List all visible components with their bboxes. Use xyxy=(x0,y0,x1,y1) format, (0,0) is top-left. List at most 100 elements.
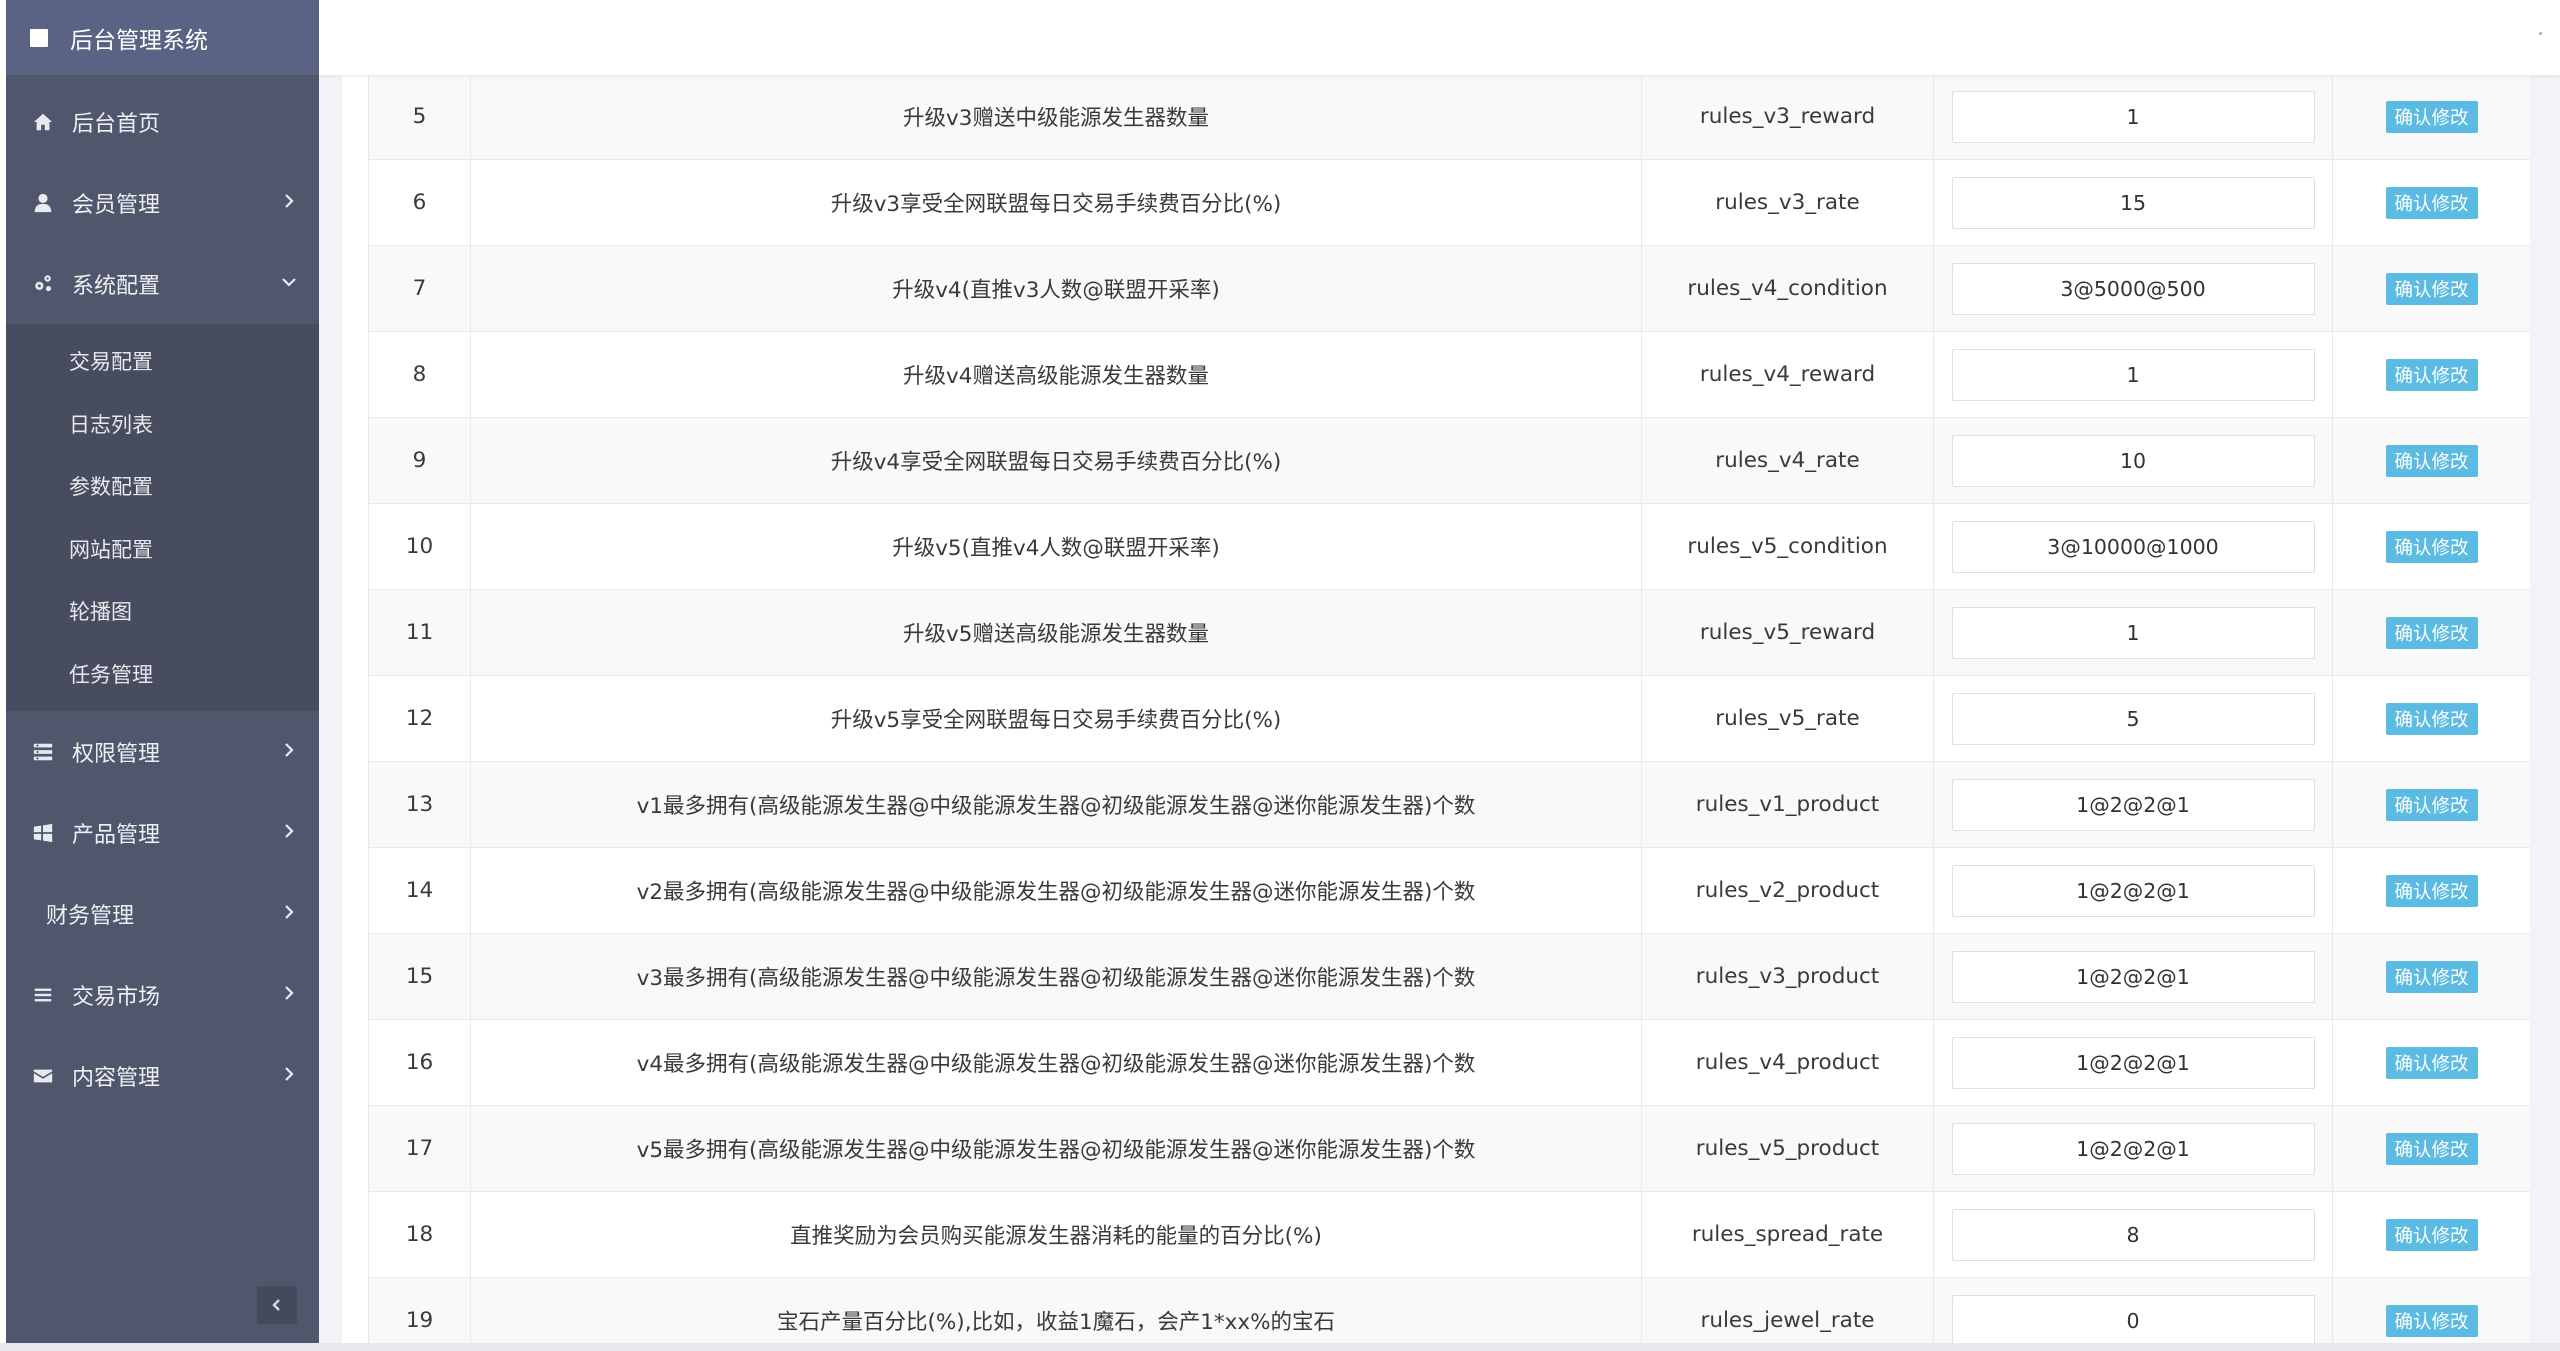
header-dot xyxy=(2539,32,2542,35)
submenu-item-trade-config[interactable]: 交易配置 xyxy=(6,330,319,393)
row-description: 升级v3赠送中级能源发生器数量 xyxy=(470,73,1642,160)
confirm-edit-button[interactable]: 确认修改 xyxy=(2385,1046,2478,1079)
row-key: rules_v4_reward xyxy=(1641,331,1934,418)
sidebar-item-label: 交易市场 xyxy=(72,984,161,1010)
windows-icon xyxy=(30,820,56,846)
brand-header[interactable]: 后台管理系统 xyxy=(6,0,319,75)
row-value-input[interactable] xyxy=(1951,348,2315,401)
confirm-edit-button[interactable]: 确认修改 xyxy=(2385,186,2478,219)
row-index: 8 xyxy=(368,331,471,418)
row-index: 12 xyxy=(368,675,471,762)
sidebar-item-finance[interactable]: 财务管理 xyxy=(6,873,319,954)
row-value-cell xyxy=(1933,331,2333,418)
row-description: 升级v4(直推v3人数@联盟开采率) xyxy=(470,245,1642,332)
confirm-edit-button[interactable]: 确认修改 xyxy=(2385,272,2478,305)
row-action-cell: 确认修改 xyxy=(2332,847,2530,934)
row-value-input[interactable] xyxy=(1951,520,2315,573)
confirm-edit-button[interactable]: 确认修改 xyxy=(2385,444,2478,477)
row-index: 16 xyxy=(368,1019,471,1106)
confirm-edit-button[interactable]: 确认修改 xyxy=(2385,530,2478,563)
sidebar-item-trade-market[interactable]: 交易市场 xyxy=(6,954,319,1035)
row-value-input[interactable] xyxy=(1951,90,2315,143)
row-value-input[interactable] xyxy=(1951,1208,2315,1261)
table-row: 5升级v3赠送中级能源发生器数量rules_v3_reward 确认修改 xyxy=(368,73,2530,160)
sidebar-collapse-button[interactable] xyxy=(257,1286,297,1324)
row-index: 5 xyxy=(368,73,471,160)
confirm-edit-button[interactable]: 确认修改 xyxy=(2385,1132,2478,1165)
config-table-container[interactable]: 5升级v3赠送中级能源发生器数量rules_v3_reward确认修改6升级v3… xyxy=(342,73,2530,1351)
row-value-input[interactable] xyxy=(1951,864,2315,917)
table-row: 10升级v5(直推v4人数@联盟开采率)rules_v5_condition 确认… xyxy=(368,503,2530,590)
row-key: rules_v3_product xyxy=(1641,933,1934,1020)
submenu-item-param-config[interactable]: 参数配置 xyxy=(6,455,319,518)
table-row: 13 v1最多拥有(高级能源发生器@中级能源发生器@初级能源发生器@迷你能源发生器… xyxy=(368,761,2530,848)
row-value-input[interactable] xyxy=(1951,262,2315,315)
sidebar-item-content[interactable]: 内容管理 xyxy=(6,1035,319,1116)
bottom-scrollbar[interactable] xyxy=(0,1343,2560,1351)
confirm-edit-button[interactable]: 确认修改 xyxy=(2385,358,2478,391)
row-description: 升级v5享受全网联盟每日交易手续费百分比(%) xyxy=(470,675,1642,762)
row-value-input[interactable] xyxy=(1951,434,2315,487)
row-value-input[interactable] xyxy=(1951,1036,2315,1089)
submenu-item-log-list[interactable]: 日志列表 xyxy=(6,393,319,456)
row-description: 升级v5赠送高级能源发生器数量 xyxy=(470,589,1642,676)
sidebar-item-products[interactable]: 产品管理 xyxy=(6,792,319,873)
row-action-cell: 确认修改 xyxy=(2332,933,2530,1020)
table-row: 14 v2最多拥有(高级能源发生器@中级能源发生器@初级能源发生器@迷你能源发生器… xyxy=(368,847,2530,934)
row-index: 19 xyxy=(368,1277,471,1351)
row-description: 升级v3享受全网联盟每日交易手续费百分比(%) xyxy=(470,159,1642,246)
table-row: 18 直推奖励为会员购买能源发生器消耗的能量的百分比(%) rules_spread… xyxy=(368,1191,2530,1278)
submenu-item-carousel[interactable]: 轮播图 xyxy=(6,580,319,643)
confirm-edit-button[interactable]: 确认修改 xyxy=(2385,616,2478,649)
row-description: 升级v4享受全网联盟每日交易手续费百分比(%) xyxy=(470,417,1642,504)
chevron-right-icon xyxy=(281,820,297,838)
row-value-cell xyxy=(1933,417,2333,504)
row-action-cell: 确认修改 xyxy=(2332,1277,2530,1351)
row-key: rules_v5_reward xyxy=(1641,589,1934,676)
row-action-cell: 确认修改 xyxy=(2332,1105,2530,1192)
confirm-edit-button[interactable]: 确认修改 xyxy=(2385,100,2478,133)
sidebar-item-permissions[interactable]: 权限管理 xyxy=(6,711,319,792)
row-value-cell xyxy=(1933,933,2333,1020)
table-row: 6升级v3享受全网联盟每日交易手续费百分比(%)rules_v3_rate 确认修… xyxy=(368,159,2530,246)
row-description: 升级v4赠送高级能源发生器数量 xyxy=(470,331,1642,418)
row-value-input[interactable] xyxy=(1951,606,2315,659)
row-value-input[interactable] xyxy=(1951,176,2315,229)
confirm-edit-button[interactable]: 确认修改 xyxy=(2385,874,2478,907)
sidebar-item-home[interactable]: 后台首页 xyxy=(6,81,319,162)
sidebar-item-label: 财务管理 xyxy=(46,903,135,929)
sidebar-item-system-config[interactable]: 系统配置 xyxy=(6,243,319,324)
bars-icon xyxy=(30,982,56,1008)
row-action-cell: 确认修改 xyxy=(2332,417,2530,504)
submenu-item-site-config[interactable]: 网站配置 xyxy=(6,518,319,581)
confirm-edit-button[interactable]: 确认修改 xyxy=(2385,1218,2478,1251)
row-description: 宝石产量百分比(%),比如，收益1魔石，会产1*xx%的宝石 xyxy=(470,1277,1642,1351)
sidebar-item-label: 权限管理 xyxy=(72,741,161,767)
sidebar-item-members[interactable]: 会员管理 xyxy=(6,162,319,243)
confirm-edit-button[interactable]: 确认修改 xyxy=(2385,788,2478,821)
confirm-edit-button[interactable]: 确认修改 xyxy=(2385,960,2478,993)
confirm-edit-button[interactable]: 确认修改 xyxy=(2385,1304,2478,1337)
chevron-right-icon xyxy=(281,1063,297,1081)
page-scrollbar[interactable] xyxy=(2530,0,2560,1351)
row-description: 直推奖励为会员购买能源发生器消耗的能量的百分比(%) xyxy=(470,1191,1642,1278)
sidebar-item-label: 系统配置 xyxy=(72,273,161,299)
submenu-item-task-manage[interactable]: 任务管理 xyxy=(6,643,319,706)
row-value-input[interactable] xyxy=(1951,778,2315,831)
config-table-body: 5升级v3赠送中级能源发生器数量rules_v3_reward确认修改6升级v3… xyxy=(368,73,2530,1351)
confirm-edit-button[interactable]: 确认修改 xyxy=(2385,702,2478,735)
row-description: v1最多拥有(高级能源发生器@中级能源发生器@初级能源发生器@迷你能源发生器)个… xyxy=(470,761,1642,848)
row-index: 17 xyxy=(368,1105,471,1192)
chevron-right-icon xyxy=(281,982,297,1000)
row-index: 11 xyxy=(368,589,471,676)
row-value-input[interactable] xyxy=(1951,692,2315,745)
row-value-cell xyxy=(1933,73,2333,160)
row-value-input[interactable] xyxy=(1951,950,2315,1003)
sidebar-item-label: 内容管理 xyxy=(72,1065,161,1091)
row-index: 15 xyxy=(368,933,471,1020)
row-value-input[interactable] xyxy=(1951,1294,2315,1347)
row-value-cell xyxy=(1933,503,2333,590)
table-row: 8升级v4赠送高级能源发生器数量rules_v4_reward 确认修改 xyxy=(368,331,2530,418)
content-gutter xyxy=(319,0,342,1351)
row-value-input[interactable] xyxy=(1951,1122,2315,1175)
